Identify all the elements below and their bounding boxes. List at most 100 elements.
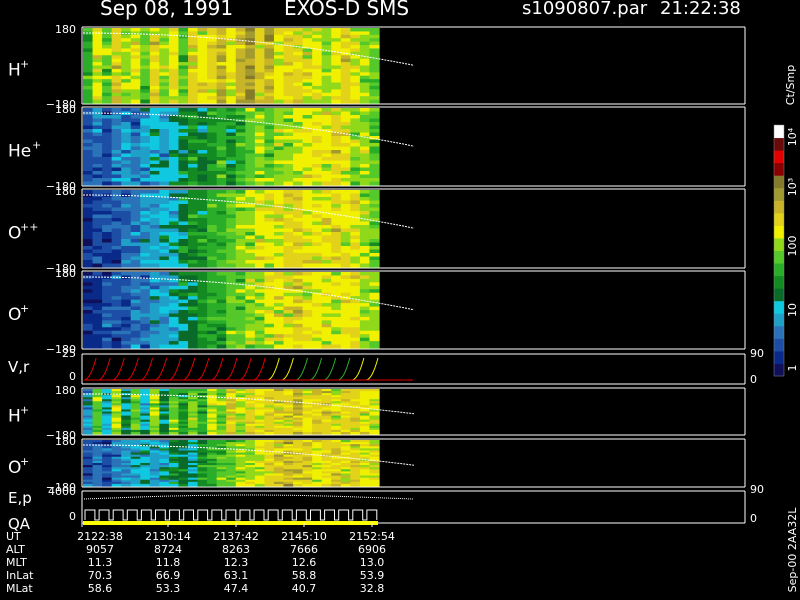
- heatmap-cell: [102, 323, 113, 328]
- heatmap-cell: [159, 218, 170, 223]
- y-tick-top: 180: [55, 384, 76, 397]
- heatmap-cell: [293, 225, 304, 230]
- heatmap-cell: [273, 249, 285, 254]
- heatmap-cell: [340, 31, 351, 36]
- heatmap-cell: [159, 190, 170, 195]
- heatmap-cell: [159, 79, 170, 84]
- heatmap-cell: [254, 51, 266, 56]
- heatmap-cell: [216, 260, 227, 265]
- heatmap-cell: [235, 122, 246, 127]
- heatmap-cell: [302, 65, 313, 70]
- heatmap-cell: [188, 483, 199, 487]
- heatmap-cell: [283, 344, 294, 349]
- heatmap-cell: [369, 337, 380, 342]
- heatmap-cell: [207, 330, 218, 335]
- heatmap-cell: [359, 190, 371, 195]
- heatmap-cell: [340, 337, 351, 342]
- heatmap-cell: [83, 282, 94, 287]
- heatmap-cell: [235, 299, 246, 304]
- heatmap-cell: [273, 193, 285, 198]
- heatmap-cell: [369, 327, 380, 332]
- heatmap-cell: [92, 38, 103, 43]
- heatmap-cell: [321, 122, 332, 127]
- heatmap-cell: [197, 150, 208, 155]
- heatmap-cell: [102, 129, 113, 134]
- heatmap-cell: [331, 316, 342, 321]
- heatmap-cell: [140, 256, 151, 261]
- heatmap-cell: [92, 72, 103, 77]
- heatmap-panel-5: H +180−180: [8, 384, 415, 442]
- heatmap-cell: [140, 249, 151, 254]
- heatmap-cell: [159, 132, 170, 137]
- heatmap-cell: [331, 99, 342, 104]
- heatmap-cell: [149, 218, 160, 223]
- heatmap-cell: [293, 341, 304, 346]
- heatmap-cell: [83, 337, 94, 342]
- heatmap-cell: [197, 132, 208, 137]
- heatmap-cell: [293, 306, 304, 311]
- heatmap-cell: [235, 296, 246, 301]
- heatmap-cell: [350, 129, 361, 134]
- heatmap-cell: [312, 122, 323, 127]
- heatmap-cell: [149, 289, 160, 294]
- heatmap-cell: [321, 85, 332, 90]
- heatmap-cell: [350, 99, 361, 104]
- heatmap-cell: [121, 167, 132, 172]
- heatmap-cell: [359, 171, 371, 176]
- heatmap-cell: [264, 225, 275, 230]
- heatmap-cell: [359, 200, 371, 205]
- heatmap-cell: [178, 204, 189, 209]
- heatmap-cell: [130, 41, 141, 46]
- heatmap-cell: [359, 178, 371, 183]
- heatmap-cell: [83, 65, 94, 70]
- heatmap-cell: [121, 235, 132, 240]
- heatmap-cell: [340, 246, 351, 251]
- heatmap-cell: [331, 431, 342, 435]
- heatmap-cell: [130, 58, 141, 63]
- heatmap-cell: [350, 282, 361, 287]
- heatmap-cell: [245, 310, 256, 315]
- heatmap-cell: [264, 327, 275, 332]
- heatmap-cell: [340, 160, 351, 165]
- heatmap-cell: [197, 41, 208, 46]
- heatmap-cell: [111, 96, 122, 101]
- heatmap-cell: [331, 330, 342, 335]
- heatmap-cell: [293, 62, 304, 67]
- heatmap-cell: [121, 211, 132, 216]
- heatmap-cell: [168, 62, 180, 67]
- heatmap-cell: [312, 115, 323, 120]
- heatmap-cell: [273, 181, 285, 186]
- heatmap-cell: [149, 260, 160, 265]
- heatmap-cell: [321, 289, 332, 294]
- heatmap-cell: [302, 181, 313, 186]
- heatmap-cell: [188, 143, 199, 148]
- heatmap-cell: [350, 75, 361, 80]
- heatmap-cell: [273, 207, 285, 212]
- heatmap-cell: [235, 181, 246, 186]
- heatmap-cell: [149, 38, 160, 43]
- heatmap-cell: [83, 125, 94, 130]
- heatmap-cell: [254, 164, 266, 169]
- heatmap-cell: [121, 292, 132, 297]
- heatmap-cell: [254, 193, 266, 198]
- heatmap-cell: [168, 58, 180, 63]
- heatmap-cell: [197, 275, 208, 280]
- heatmap-cell: [102, 341, 113, 346]
- heatmap-cell: [283, 62, 294, 67]
- heatmap-cell: [92, 204, 103, 209]
- heatmap-cell: [168, 306, 180, 311]
- heatmap-cell: [264, 313, 275, 318]
- heatmap-cell: [273, 99, 285, 104]
- heatmap-cell: [130, 303, 141, 308]
- heatmap-cell: [254, 306, 266, 311]
- heatmap-cell: [369, 68, 380, 73]
- heatmap-cell: [340, 249, 351, 254]
- heatmap-cell: [207, 181, 218, 186]
- heatmap-cell: [111, 278, 122, 283]
- heatmap-panel-0: H +180−180: [8, 23, 415, 111]
- heatmap-cell: [111, 344, 122, 349]
- heatmap-cell: [321, 164, 332, 169]
- heatmap-cell: [149, 153, 160, 158]
- velocity-sweep: [140, 357, 153, 381]
- heatmap-cell: [207, 139, 218, 144]
